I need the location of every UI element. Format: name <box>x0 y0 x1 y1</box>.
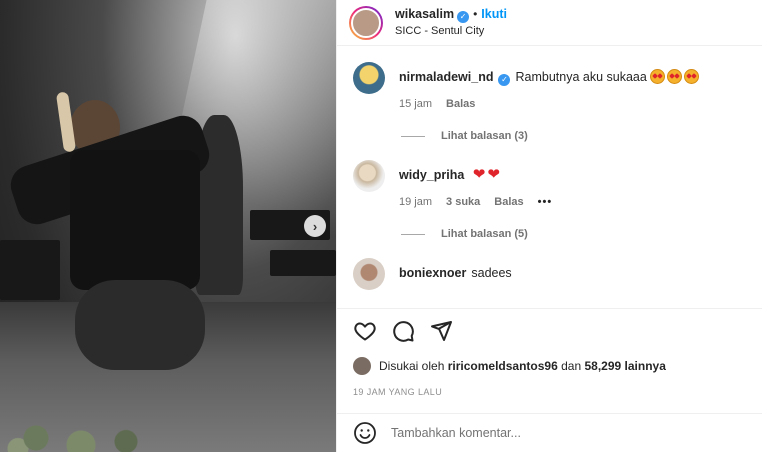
post-side-panel: wikasalim ✓ • Ikuti SICC - Sentul City nirm… <box>336 0 762 452</box>
like-heart-icon[interactable] <box>353 319 377 343</box>
commenter-username[interactable]: boniexnoer <box>399 266 466 280</box>
share-send-icon[interactable] <box>429 319 453 343</box>
comments-list[interactable]: nirmaladewi_nd ✓ Rambutnya aku sukaaa 15 j… <box>337 46 762 308</box>
verified-badge-icon: ✓ <box>457 11 470 23</box>
add-comment-input[interactable] <box>391 426 691 440</box>
more-options-icon[interactable]: ••• <box>538 196 553 208</box>
post-actions: Disukai oleh riricomeldsantos96 dan 58,2… <box>337 308 762 397</box>
commenter-username[interactable]: nirmaladewi_nd <box>399 70 493 84</box>
red-heart-emoji-icon: ❤ <box>472 166 486 183</box>
likes-summary: Disukai oleh riricomeldsantos96 dan 58,2… <box>353 357 747 375</box>
view-replies-button[interactable]: Lihat balasan (3) <box>401 130 746 142</box>
star-struck-emoji-icon <box>684 69 700 84</box>
red-heart-emoji-icon: ❤ <box>487 166 500 183</box>
view-replies-label: Lihat balasan (5) <box>441 228 528 240</box>
likes-count-button[interactable]: 58,299 lainnya <box>584 359 665 373</box>
next-photo-button[interactable]: › <box>304 215 326 237</box>
likes-prefix: Disukai oleh <box>379 359 445 373</box>
follow-button[interactable]: Ikuti <box>481 7 507 21</box>
comment-bubble-icon[interactable] <box>391 319 415 343</box>
commenter-username[interactable]: widy_priha <box>399 168 464 182</box>
liker-username[interactable]: riricomeldsantos96 <box>448 359 558 373</box>
commenter-avatar[interactable] <box>353 62 385 94</box>
reply-button[interactable]: Balas <box>494 196 523 208</box>
post-header: wikasalim ✓ • Ikuti SICC - Sentul City <box>337 0 762 46</box>
comment-item: boniexnoer sadees <box>353 258 746 290</box>
commenter-avatar[interactable] <box>353 160 385 192</box>
reply-button[interactable]: Balas <box>446 98 475 110</box>
comment-item: widy_priha ❤ ❤ 19 jam 3 suka Balas ••• <box>353 160 746 208</box>
comment-text: Rambutnya aku sukaaa <box>515 70 647 84</box>
add-comment-bar <box>337 413 762 452</box>
author-username[interactable]: wikasalim <box>395 7 454 21</box>
view-replies-button[interactable]: Lihat balasan (5) <box>401 228 746 240</box>
post-timestamp[interactable]: 19 JAM YANG LALU <box>353 387 747 397</box>
verified-badge-icon: ✓ <box>498 74 511 86</box>
singer-jacket <box>70 150 200 290</box>
star-struck-emoji-icon <box>650 69 666 84</box>
comment-text: sadees <box>471 266 512 280</box>
comment-time[interactable]: 19 jam <box>399 196 432 208</box>
likes-joiner: dan <box>561 359 582 373</box>
comment-likes-count[interactable]: 3 suka <box>446 196 480 208</box>
post-photo[interactable]: › <box>0 0 336 452</box>
post-location[interactable]: SICC - Sentul City <box>395 23 507 39</box>
emoji-picker-icon[interactable] <box>353 421 377 445</box>
view-replies-label: Lihat balasan (3) <box>441 130 528 142</box>
replies-divider <box>401 233 425 235</box>
liker-avatar[interactable] <box>353 357 371 375</box>
comment-item: nirmaladewi_nd ✓ Rambutnya aku sukaaa 15 j… <box>353 62 746 110</box>
foreground-plants <box>0 382 180 452</box>
author-avatar[interactable] <box>349 5 383 40</box>
star-struck-emoji-icon <box>667 69 683 84</box>
singer-legs <box>75 280 205 370</box>
stage-speaker <box>0 240 60 300</box>
commenter-avatar[interactable] <box>353 258 385 290</box>
comment-time[interactable]: 15 jam <box>399 98 432 110</box>
stage-equipment <box>270 250 336 276</box>
replies-divider <box>401 135 425 137</box>
separator-dot: • <box>473 7 478 21</box>
